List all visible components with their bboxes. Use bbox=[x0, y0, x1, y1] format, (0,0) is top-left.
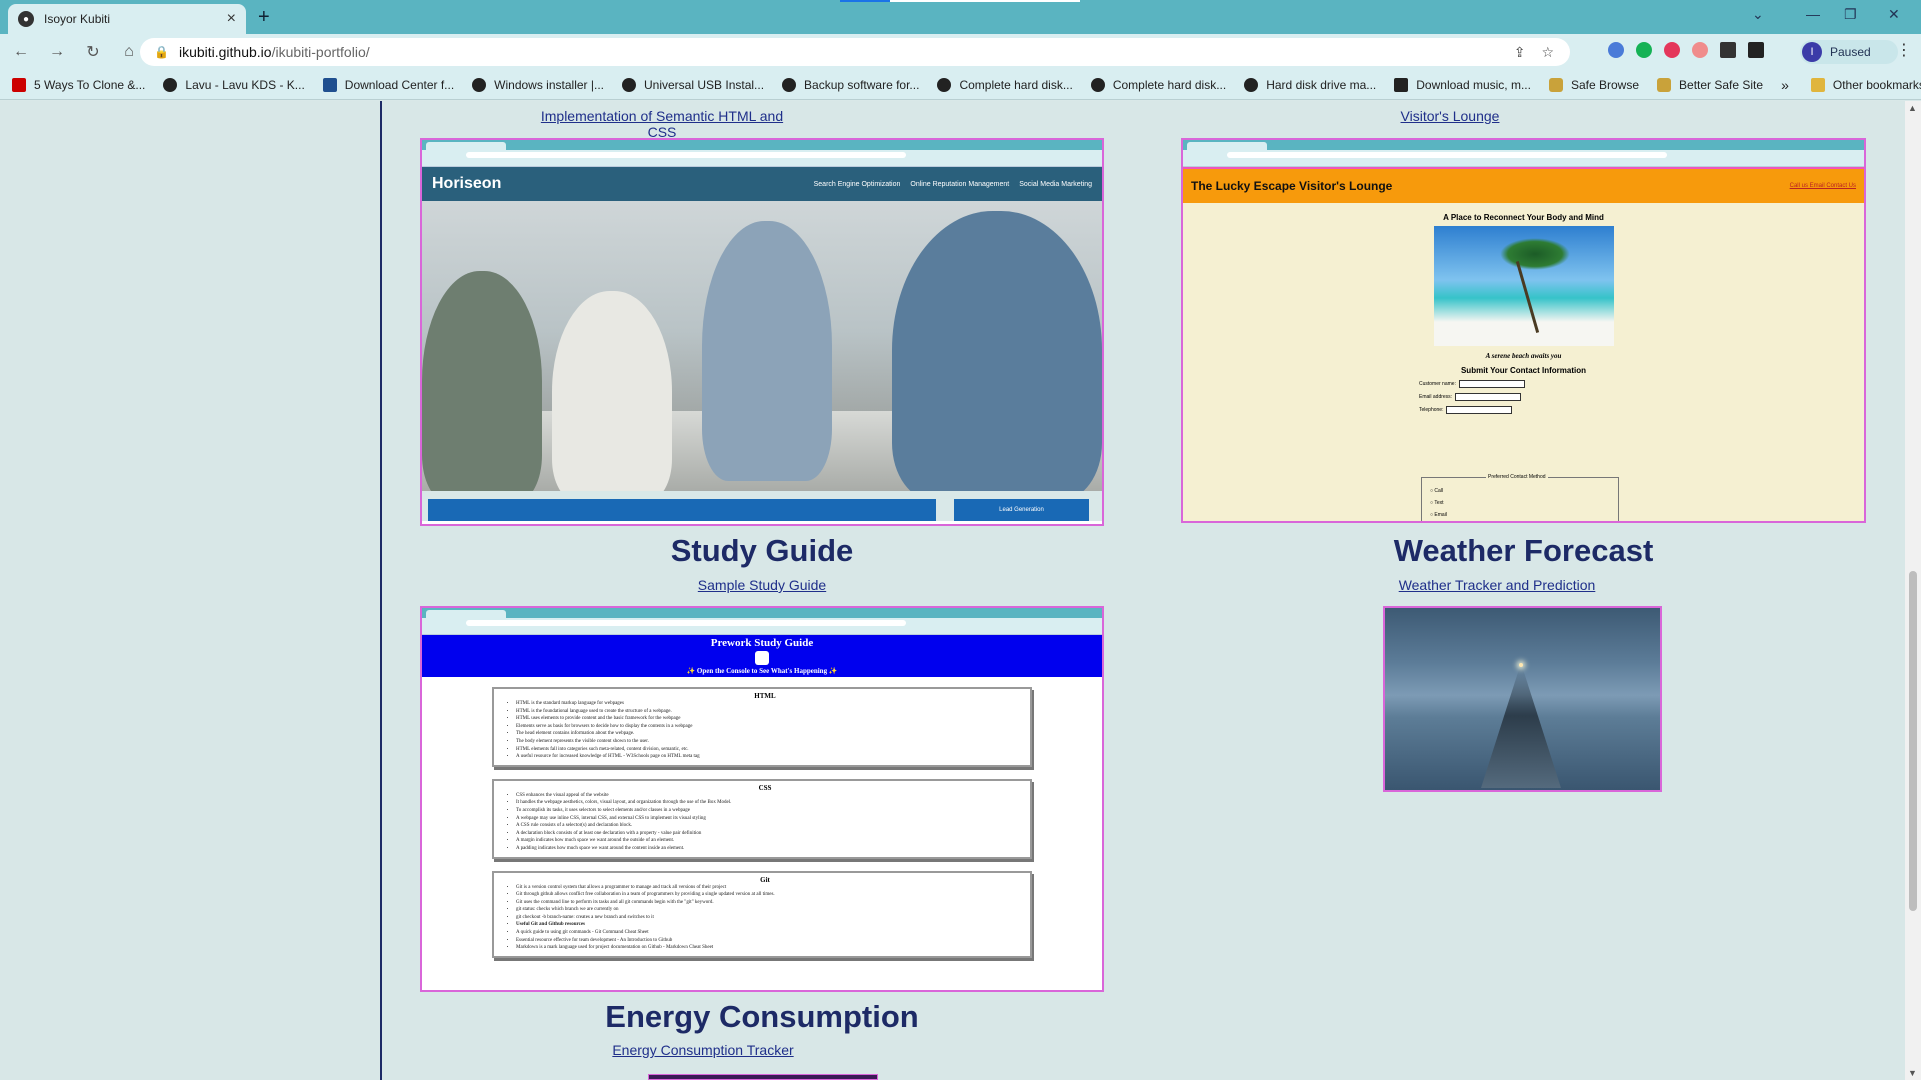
share-icon[interactable]: ⇪ bbox=[1514, 44, 1526, 61]
weather-tracker-link[interactable]: Weather Tracker and Prediction bbox=[1380, 577, 1614, 593]
bookmark-favicon-icon bbox=[782, 77, 797, 92]
url-path: /ikubiti-portfolio/ bbox=[271, 44, 370, 60]
side-panel-icon[interactable] bbox=[1748, 42, 1764, 58]
browser-tab[interactable]: ● Isoyor Kubiti × bbox=[8, 4, 246, 34]
semantic-html-link[interactable]: Implementation of Semantic HTML and CSS bbox=[526, 108, 798, 140]
grammarly-icon[interactable] bbox=[1636, 42, 1652, 58]
visitors-lounge-link[interactable]: Visitor's Lounge bbox=[1380, 108, 1520, 124]
lucky-caption: A serene beach awaits you bbox=[1485, 352, 1562, 360]
page-scrollbar[interactable]: ▲ ▼ bbox=[1905, 101, 1921, 1080]
bookmark-item[interactable]: Backup software for... bbox=[782, 77, 919, 92]
sample-study-guide-link[interactable]: Sample Study Guide bbox=[640, 577, 884, 593]
weather-screenshot[interactable] bbox=[1383, 606, 1662, 792]
bookmark-item[interactable]: Universal USB Instal... bbox=[622, 77, 764, 92]
puzzle-icon[interactable] bbox=[1720, 42, 1736, 58]
bookmark-item[interactable]: Lavu - Lavu KDS - K... bbox=[163, 77, 305, 92]
extension-pink-icon[interactable] bbox=[1692, 42, 1708, 58]
reload-icon[interactable]: ↻ bbox=[78, 42, 108, 62]
bookmark-item[interactable]: Download music, m... bbox=[1394, 77, 1531, 92]
extension-red-icon[interactable] bbox=[1664, 42, 1680, 58]
profile-status: Paused bbox=[1830, 45, 1871, 59]
bookmarks-bar: 5 Ways To Clone &... Lavu - Lavu KDS - K… bbox=[0, 70, 1921, 100]
bookmark-item[interactable]: Hard disk drive ma... bbox=[1244, 77, 1376, 92]
lucky-subtitle: A Place to Reconnect Your Body and Mind bbox=[1443, 213, 1604, 222]
bookmark-favicon-icon bbox=[1090, 77, 1105, 92]
sidebar-divider bbox=[380, 101, 382, 1080]
visitors-lounge-screenshot[interactable]: The Lucky Escape Visitor's Lounge Call u… bbox=[1181, 138, 1866, 523]
energy-tracker-link[interactable]: Energy Consumption Tracker bbox=[610, 1042, 796, 1058]
horiseon-header: Horiseon Search Engine Optimization Onli… bbox=[422, 167, 1102, 201]
weather-forecast-title: Weather Forecast bbox=[1393, 533, 1654, 568]
bookmark-item[interactable]: Better Safe Site bbox=[1657, 77, 1763, 92]
study-preview-subtitle: ✨ Open the Console to See What's Happeni… bbox=[686, 667, 838, 675]
avatar: I bbox=[1802, 42, 1822, 62]
close-window-button[interactable]: ✕ bbox=[1888, 6, 1900, 23]
back-icon[interactable]: ← bbox=[6, 43, 36, 61]
address-bar[interactable]: 🔒 ikubiti.github.io /ikubiti-portfolio/ … bbox=[140, 38, 1570, 66]
bookmark-favicon-icon bbox=[12, 77, 26, 92]
bookmark-favicon-icon bbox=[163, 77, 178, 92]
study-preview-title: Prework Study Guide bbox=[710, 637, 814, 649]
bookmark-favicon-icon bbox=[622, 77, 636, 92]
energy-consumption-title: Energy Consumption bbox=[605, 999, 919, 1034]
loading-indicator-track bbox=[890, 0, 1080, 2]
close-tab-icon[interactable]: × bbox=[227, 10, 236, 28]
horiseon-brand: Horiseon bbox=[432, 175, 502, 192]
new-tab-button[interactable]: + bbox=[258, 6, 270, 29]
bookmark-item[interactable]: Windows installer |... bbox=[472, 77, 604, 92]
lock-bookmark-icon bbox=[1657, 77, 1672, 92]
study-guide-title: Study Guide bbox=[670, 533, 854, 568]
bookmark-favicon-icon bbox=[1394, 77, 1409, 92]
scrollbar-thumb[interactable] bbox=[1909, 571, 1917, 911]
profile-button[interactable]: I Paused bbox=[1800, 40, 1898, 64]
energy-screenshot[interactable] bbox=[648, 1074, 878, 1080]
study-guide-screenshot[interactable]: Prework Study Guide ✨ Open the Console t… bbox=[420, 606, 1104, 992]
extension-shield-icon[interactable] bbox=[1608, 42, 1624, 58]
browser-tabstrip: ● Isoyor Kubiti × + ⌄ — ❐ ✕ bbox=[0, 0, 1921, 34]
forward-icon[interactable]: → bbox=[42, 43, 72, 61]
scroll-up-icon[interactable]: ▲ bbox=[1908, 103, 1917, 113]
tab-search-icon[interactable]: ⌄ bbox=[1752, 6, 1764, 23]
bookmark-item[interactable]: Complete hard disk... bbox=[937, 77, 1073, 92]
restore-button[interactable]: ❐ bbox=[1844, 6, 1857, 23]
bookmark-favicon-icon bbox=[937, 77, 952, 92]
more-menu-icon[interactable]: ⋮ bbox=[1896, 40, 1912, 60]
other-bookmarks-folder[interactable]: Other bookmarks bbox=[1810, 77, 1921, 92]
horiseon-screenshot[interactable]: Horiseon Search Engine Optimization Onli… bbox=[420, 138, 1104, 526]
bookmark-item[interactable]: Download Center f... bbox=[322, 77, 454, 92]
horiseon-nav-item: Online Reputation Management bbox=[910, 180, 1010, 188]
portfolio-page: Implementation of Semantic HTML and CSS … bbox=[0, 101, 1921, 1080]
lock-bookmark-icon bbox=[1548, 77, 1563, 92]
lucky-title: The Lucky Escape Visitor's Lounge bbox=[1191, 179, 1393, 193]
bookmark-item[interactable]: 5 Ways To Clone &... bbox=[12, 77, 145, 92]
lead-generation-label: Lead Generation bbox=[954, 499, 1089, 521]
github-icon: ● bbox=[18, 11, 34, 27]
url-host: ikubiti.github.io bbox=[178, 44, 272, 60]
horiseon-nav-item: Social Media Marketing bbox=[1019, 180, 1092, 188]
more-bookmarks-button[interactable]: » bbox=[1781, 77, 1789, 93]
lucky-header-links: Call us Email Contact Us bbox=[1789, 183, 1856, 189]
bookmark-favicon-icon bbox=[472, 77, 487, 92]
lock-icon[interactable]: 🔒 bbox=[154, 45, 169, 59]
scroll-down-icon[interactable]: ▼ bbox=[1908, 1068, 1917, 1078]
bookmark-star-icon[interactable]: ☆ bbox=[1541, 44, 1554, 61]
bookmark-item[interactable]: Complete hard disk... bbox=[1090, 77, 1226, 92]
minimize-button[interactable]: — bbox=[1806, 6, 1820, 22]
folder-icon bbox=[1810, 77, 1825, 92]
bookmark-favicon-icon bbox=[322, 77, 337, 92]
horiseon-nav-item: Search Engine Optimization bbox=[813, 180, 901, 188]
coding-icon bbox=[755, 651, 769, 665]
tab-title: Isoyor Kubiti bbox=[44, 12, 111, 26]
bookmark-item[interactable]: Safe Browse bbox=[1548, 77, 1639, 92]
lucky-form-title: Submit Your Contact Information bbox=[1460, 366, 1587, 375]
horiseon-hero-image bbox=[422, 201, 1102, 491]
loading-indicator bbox=[840, 0, 890, 2]
extensions-area bbox=[1608, 42, 1764, 58]
bookmark-favicon-icon bbox=[1244, 77, 1259, 92]
beach-image bbox=[1433, 226, 1614, 346]
